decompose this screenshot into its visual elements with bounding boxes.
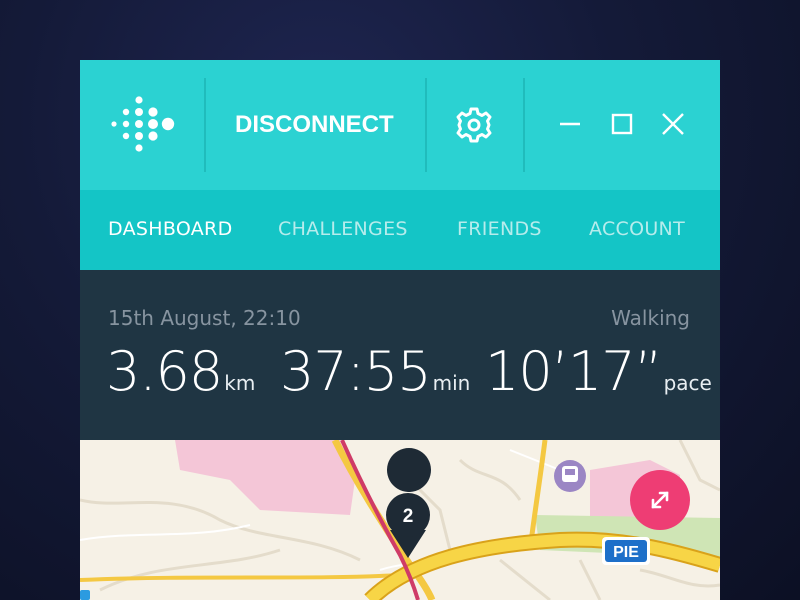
expand-map-button[interactable] [630, 470, 690, 530]
tab-challenges[interactable]: CHALLENGES [278, 218, 408, 240]
header-divider [425, 78, 427, 172]
activity-type: Walking [611, 306, 690, 330]
maximize-icon[interactable] [608, 110, 636, 138]
activity-summary: 15th August, 22:10 Walking 3.68 km 37:55 m… [80, 270, 720, 440]
highway-label: PIE [602, 537, 650, 565]
duration-unit: min [432, 371, 471, 395]
train-station-icon[interactable] [554, 460, 586, 492]
minimize-icon[interactable] [556, 110, 584, 138]
fitbit-logo-icon [111, 96, 175, 152]
disconnect-button[interactable]: DISCONNECT [206, 60, 426, 190]
close-icon[interactable] [659, 110, 687, 138]
expand-icon [651, 491, 669, 509]
tab-friends[interactable]: FRIENDS [457, 218, 542, 240]
duration-value: 37:55 [280, 340, 432, 403]
svg-text:PIE: PIE [613, 544, 639, 561]
app-window: DISCONNECT DASHBOARD CHALLENGES FRIENDS … [80, 60, 720, 600]
distance-value: 3.68 [106, 340, 223, 403]
header-divider [523, 78, 525, 172]
pace-unit: pace [663, 371, 712, 395]
distance-unit: km [224, 371, 256, 395]
tab-account[interactable]: ACCOUNT [589, 218, 685, 240]
nav-tabs: DASHBOARD CHALLENGES FRIENDS ACCOUNT [80, 190, 720, 270]
activity-datetime: 15th August, 22:10 [108, 306, 301, 330]
distance-metric: 3.68 km [106, 340, 255, 403]
route-marker-label: 2 [403, 506, 414, 527]
gear-icon[interactable] [455, 106, 493, 144]
map-edge-marker [80, 590, 90, 600]
tab-dashboard[interactable]: DASHBOARD [108, 218, 233, 240]
pace-metric: 10’17” pace [485, 340, 712, 403]
route-map[interactable]: PIE 2 [80, 440, 720, 600]
pace-value: 10’17” [485, 340, 663, 403]
duration-metric: 37:55 min [280, 340, 470, 403]
title-bar: DISCONNECT [80, 60, 720, 190]
